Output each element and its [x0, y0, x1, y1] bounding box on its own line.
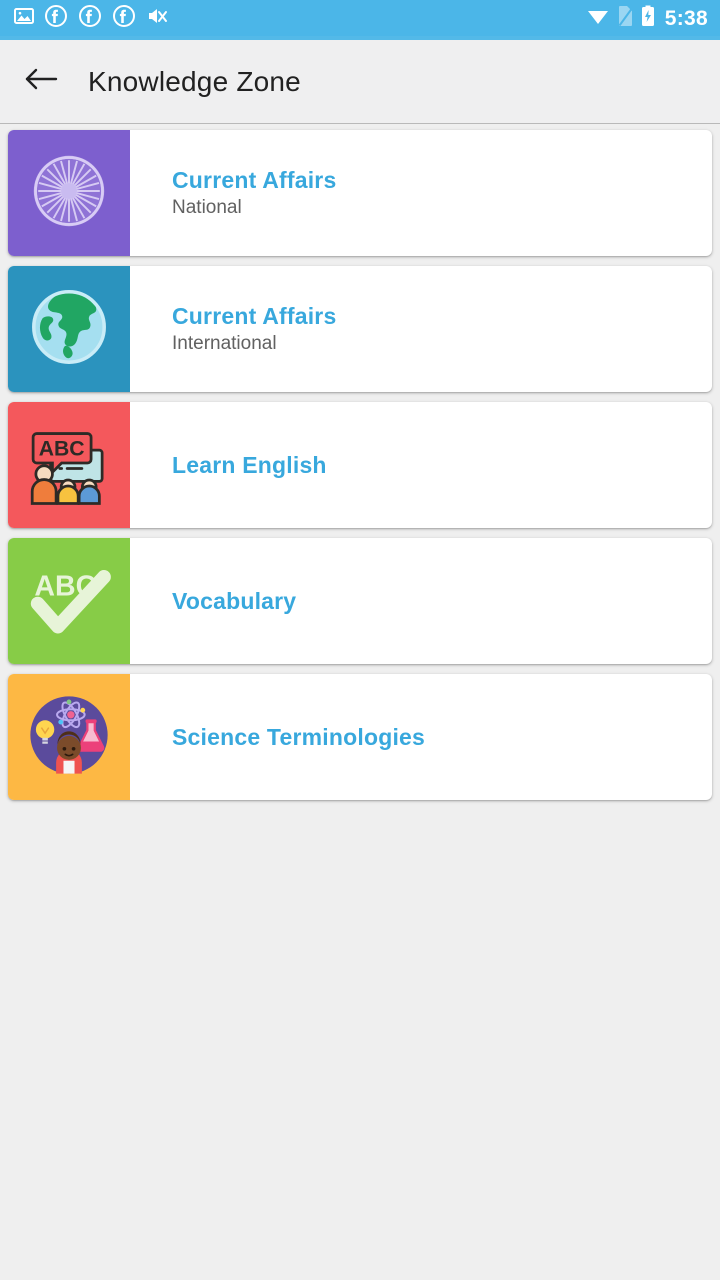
- ashoka-chakra-icon: [25, 147, 113, 240]
- list-item-current-affairs-international[interactable]: Current Affairs International: [8, 266, 712, 392]
- list-item-learn-english[interactable]: ABC Learn English: [8, 402, 712, 528]
- list-item-title: Science Terminologies: [172, 723, 426, 750]
- list-item-title: Current Affairs: [172, 302, 337, 329]
- list-item-text: Current Affairs International: [130, 266, 712, 392]
- list-item-text: Learn English: [130, 402, 712, 528]
- back-button[interactable]: [16, 56, 68, 108]
- sim-card-icon: [618, 5, 633, 32]
- science-scientist-icon: [23, 689, 115, 786]
- list-item-text: Vocabulary: [130, 538, 712, 664]
- svg-text:ABC: ABC: [39, 437, 85, 460]
- status-bar-clock: 5:38: [664, 6, 708, 30]
- status-bar: 5:38: [0, 0, 720, 36]
- wifi-icon: [586, 6, 610, 31]
- knowledge-zone-list: Current Affairs National Current Affairs…: [0, 124, 720, 800]
- abc-checkmark-icon: ABC: [23, 553, 115, 650]
- screenshot-image-icon: [14, 6, 34, 31]
- list-item-thumbnail: [8, 266, 130, 392]
- list-item-title: Current Affairs: [172, 166, 337, 193]
- list-item-thumbnail: [8, 130, 130, 256]
- list-item-science-terminologies[interactable]: Science Terminologies: [8, 674, 712, 800]
- list-item-title: Learn English: [172, 451, 327, 478]
- facebook-notification-icon-2: [78, 4, 102, 33]
- facebook-notification-icon-3: [112, 4, 136, 33]
- back-arrow-icon: [25, 66, 59, 97]
- list-item-vocabulary[interactable]: ABC Vocabulary: [8, 538, 712, 664]
- vibrate-mute-icon: [146, 6, 168, 31]
- list-item-thumbnail: ABC: [8, 538, 130, 664]
- page-title: Knowledge Zone: [88, 65, 301, 97]
- app-bar: Knowledge Zone: [0, 40, 720, 124]
- list-item-text: Current Affairs National: [130, 130, 712, 256]
- battery-charging-icon: [641, 5, 655, 32]
- list-item-thumbnail: [8, 674, 130, 800]
- list-item-subtitle: National: [172, 197, 242, 219]
- list-item-title: Vocabulary: [172, 587, 297, 614]
- status-bar-left-icons: [14, 4, 586, 33]
- list-item-current-affairs-national[interactable]: Current Affairs National: [8, 130, 712, 256]
- globe-earth-icon: [25, 283, 113, 376]
- abc-classroom-icon: ABC: [23, 417, 115, 514]
- status-bar-right-icons: 5:38: [586, 5, 708, 32]
- list-item-text: Science Terminologies: [130, 674, 712, 800]
- list-item-subtitle: International: [172, 333, 277, 355]
- list-item-thumbnail: ABC: [8, 402, 130, 528]
- facebook-notification-icon-1: [44, 4, 68, 33]
